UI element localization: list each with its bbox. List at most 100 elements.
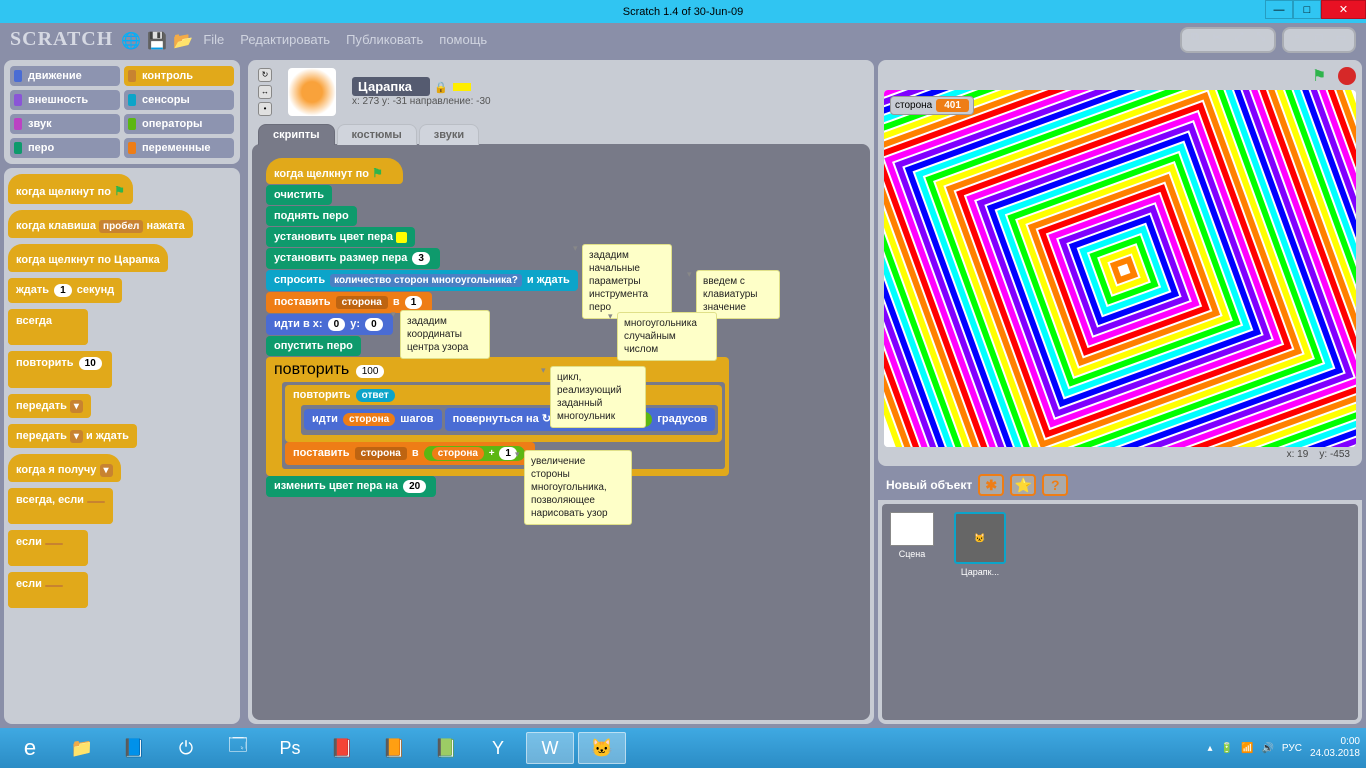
tray-clock[interactable]: 0:00 24.03.2018 — [1310, 736, 1360, 760]
stage[interactable]: сторона 401 — [884, 90, 1356, 447]
shrink-icon[interactable]: ⤡ — [1252, 31, 1270, 49]
paint-sprite-button[interactable]: ✱ — [978, 474, 1004, 496]
block-set-pen-color[interactable]: установить цвет пера — [266, 227, 415, 247]
rotate-free-icon[interactable]: ↻ — [258, 68, 272, 82]
rotate-lr-icon[interactable]: ↔ — [258, 85, 272, 99]
sprite-item[interactable]: 🐱 Царапк... — [954, 512, 1006, 577]
block-palette[interactable]: когда щелкнут по ⚑ когда клавиша пробел … — [4, 168, 240, 724]
tray-time: 0:00 — [1310, 736, 1360, 748]
menu-file[interactable]: File — [199, 32, 228, 47]
tray-flag-icon[interactable]: ▴ — [1208, 743, 1213, 754]
sprite-thumbnail[interactable] — [288, 68, 336, 116]
palette-broadcast[interactable]: передать ▾ — [8, 394, 91, 418]
palette-forever-if[interactable]: всегда, если — [8, 488, 113, 524]
palette-when-key[interactable]: когда клавиша пробел нажата — [8, 210, 193, 238]
comment-4[interactable]: зададим координаты центра узора — [400, 310, 490, 359]
block-ask[interactable]: спросить количество сторон многоугольник… — [266, 270, 578, 291]
menu-publish[interactable]: Публиковать — [342, 32, 427, 47]
palette-when-receive[interactable]: когда я получу ▾ — [8, 454, 121, 482]
palette-repeat[interactable]: повторить 10 — [8, 351, 112, 388]
category-pen[interactable]: перо — [10, 138, 120, 158]
block-clear[interactable]: очистить — [266, 185, 332, 205]
task-scratch[interactable]: 🐱 — [578, 732, 626, 764]
scripts-area[interactable]: когда щелкнут по ⚑ очистить поднять перо… — [252, 144, 870, 720]
variable-monitor[interactable]: сторона 401 — [890, 96, 974, 115]
task-power[interactable]: ⏻ — [162, 732, 210, 764]
stage-item[interactable]: Сцена — [890, 512, 934, 559]
comment-3[interactable]: многоугольника случайным числом — [617, 312, 717, 361]
rotate-none-icon[interactable]: • — [258, 102, 272, 116]
comment-6[interactable]: увеличение стороны многоугольника, позво… — [524, 450, 632, 525]
tray-volume-icon[interactable]: 🔊 — [1261, 743, 1273, 754]
flag-icon: ⚑ — [372, 166, 383, 180]
taskbar[interactable]: e 📁 📘 ⏻ 🗔 Ps 📕 📙 📗 Y W 🐱 ▴ 🔋 📶 🔊 РУС 0:0… — [0, 728, 1366, 768]
category-control[interactable]: контроль — [124, 66, 234, 86]
block-goto[interactable]: идти в x: 0 y: 0 — [266, 314, 393, 335]
block-move[interactable]: идти сторона шагов — [304, 409, 442, 430]
present-icon[interactable]: ▭ — [1332, 31, 1350, 49]
block-repeat-outer[interactable]: повторить 100 повторить ответ идти сторо… — [266, 357, 729, 476]
stamp-icon[interactable]: ⧉ — [1186, 31, 1204, 49]
comment-5[interactable]: цикл, реализующий заданный многоульник — [550, 366, 646, 428]
category-variables[interactable]: переменные — [124, 138, 234, 158]
task-word[interactable]: W — [526, 732, 574, 764]
small-stage-icon[interactable]: ▫ — [1288, 31, 1306, 49]
task-app3[interactable]: 📕 — [318, 732, 366, 764]
tray-lang[interactable]: РУС — [1282, 743, 1302, 754]
category-looks[interactable]: внешность — [10, 90, 120, 110]
block-when-flag[interactable]: когда щелкнут по ⚑ — [266, 158, 403, 184]
comment-1[interactable]: зададим начальные параметры инструмента … — [582, 244, 672, 319]
scissors-icon[interactable]: ✂ — [1208, 31, 1226, 49]
palette-if2[interactable]: если — [8, 572, 88, 608]
color-swatch[interactable] — [396, 232, 407, 243]
tray-battery-icon[interactable]: 🔋 — [1221, 743, 1233, 754]
tab-scripts[interactable]: скрипты — [258, 124, 335, 145]
normal-stage-icon[interactable]: ◻ — [1310, 31, 1328, 49]
task-ie[interactable]: e — [6, 732, 54, 764]
block-set-var2[interactable]: поставить сторона в сторона + 1 — [285, 442, 535, 465]
random-sprite-button[interactable]: ? — [1042, 474, 1068, 496]
sprites-list[interactable]: Сцена 🐱 Царапк... — [882, 504, 1358, 720]
palette-if[interactable]: если — [8, 530, 88, 566]
block-pen-down[interactable]: опустить перо — [266, 336, 361, 356]
grow-icon[interactable]: ⤢ — [1230, 31, 1248, 49]
palette-when-sprite[interactable]: когда щелкнут по Царапка — [8, 244, 168, 272]
globe-icon[interactable]: 🌐 — [121, 31, 139, 49]
stop-button[interactable] — [1338, 67, 1356, 85]
palette-wait[interactable]: ждать 1 секунд — [8, 278, 122, 303]
close-button[interactable]: ✕ — [1321, 0, 1366, 19]
palette-when-flag[interactable]: когда щелкнут по ⚑ — [8, 174, 133, 204]
block-change-pen-color[interactable]: изменить цвет пера на 20 — [266, 476, 436, 497]
choose-sprite-button[interactable]: ⭐ — [1010, 474, 1036, 496]
block-set-pen-size[interactable]: установить размер пера 3 — [266, 248, 440, 269]
open-icon[interactable]: 📂 — [173, 31, 191, 49]
menu-edit[interactable]: Редактировать — [236, 32, 334, 47]
category-operators[interactable]: операторы — [124, 114, 234, 134]
palette-broadcast-wait[interactable]: передать ▾ и ждать — [8, 424, 137, 448]
category-sensing[interactable]: сенсоры — [124, 90, 234, 110]
sprite-name[interactable]: Царапка — [352, 77, 430, 96]
category-motion[interactable]: движение — [10, 66, 120, 86]
task-yandex[interactable]: Y — [474, 732, 522, 764]
script-stack[interactable]: когда щелкнут по ⚑ очистить поднять перо… — [266, 158, 856, 497]
lock-icon[interactable]: 🔒 — [434, 82, 448, 94]
task-powerpoint[interactable]: 📙 — [370, 732, 418, 764]
block-pen-up[interactable]: поднять перо — [266, 206, 357, 226]
task-app2[interactable]: 🗔 — [214, 732, 262, 764]
green-flag-button[interactable]: ⚑ — [1312, 66, 1332, 86]
block-repeat-inner[interactable]: повторить ответ идти сторона шагов повер… — [285, 385, 722, 442]
tab-costumes[interactable]: костюмы — [337, 124, 417, 145]
palette-forever[interactable]: всегда — [8, 309, 88, 345]
task-photoshop[interactable]: Ps — [266, 732, 314, 764]
task-excel[interactable]: 📗 — [422, 732, 470, 764]
category-sound[interactable]: звук — [10, 114, 120, 134]
maximize-button[interactable]: □ — [1293, 0, 1321, 19]
save-icon[interactable]: 💾 — [147, 31, 165, 49]
tray-network-icon[interactable]: 📶 — [1241, 743, 1253, 754]
menu-help[interactable]: помощь — [435, 32, 491, 47]
minimize-button[interactable]: — — [1265, 0, 1293, 19]
task-app1[interactable]: 📘 — [110, 732, 158, 764]
task-explorer[interactable]: 📁 — [58, 732, 106, 764]
export-icon[interactable] — [453, 83, 471, 91]
tab-sounds[interactable]: звуки — [419, 124, 479, 145]
